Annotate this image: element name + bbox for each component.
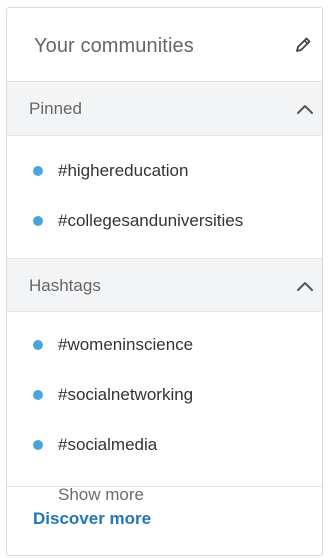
pinned-item-collegesanduniversities[interactable]: #collegesanduniversities [7,196,322,246]
communities-card: Your communities Pinned #highereducation… [6,7,323,556]
chevron-up-icon [297,105,313,114]
pinned-item-highereducation[interactable]: #highereducation [7,146,322,196]
bullet-dot-icon [33,440,43,450]
card-footer: Discover more [7,486,322,555]
hashtags-collapse-button[interactable] [293,274,317,298]
chevron-up-icon [297,282,313,291]
edit-button[interactable] [291,33,315,57]
pinned-list: #highereducation #collegesanduniversitie… [7,136,322,258]
hashtags-section-header[interactable]: Hashtags [7,258,322,312]
bullet-dot-icon [33,216,43,226]
hashtag-label: #collegesanduniversities [58,211,244,230]
pinned-section-title: Pinned [29,99,82,118]
hashtag-item-socialmedia[interactable]: #socialmedia [7,420,322,470]
card-title: Your communities [34,35,194,57]
pencil-icon [296,37,311,52]
bullet-dot-icon [33,340,43,350]
hashtag-item-womeninscience[interactable]: #womeninscience [7,320,322,370]
hashtag-label: #womeninscience [58,335,194,354]
bullet-dot-icon [33,390,43,400]
bullet-dot-icon [33,166,43,176]
hashtag-label: #socialnetworking [58,385,194,404]
discover-more-link[interactable]: Discover more [33,509,151,529]
pinned-section-header[interactable]: Pinned [7,82,322,136]
hashtag-label: #socialmedia [58,435,158,454]
hashtag-label: #highereducation [58,161,189,180]
pinned-collapse-button[interactable] [293,97,317,121]
hashtags-section-title: Hashtags [29,276,101,295]
hashtag-item-socialnetworking[interactable]: #socialnetworking [7,370,322,420]
card-header: Your communities [7,8,322,82]
